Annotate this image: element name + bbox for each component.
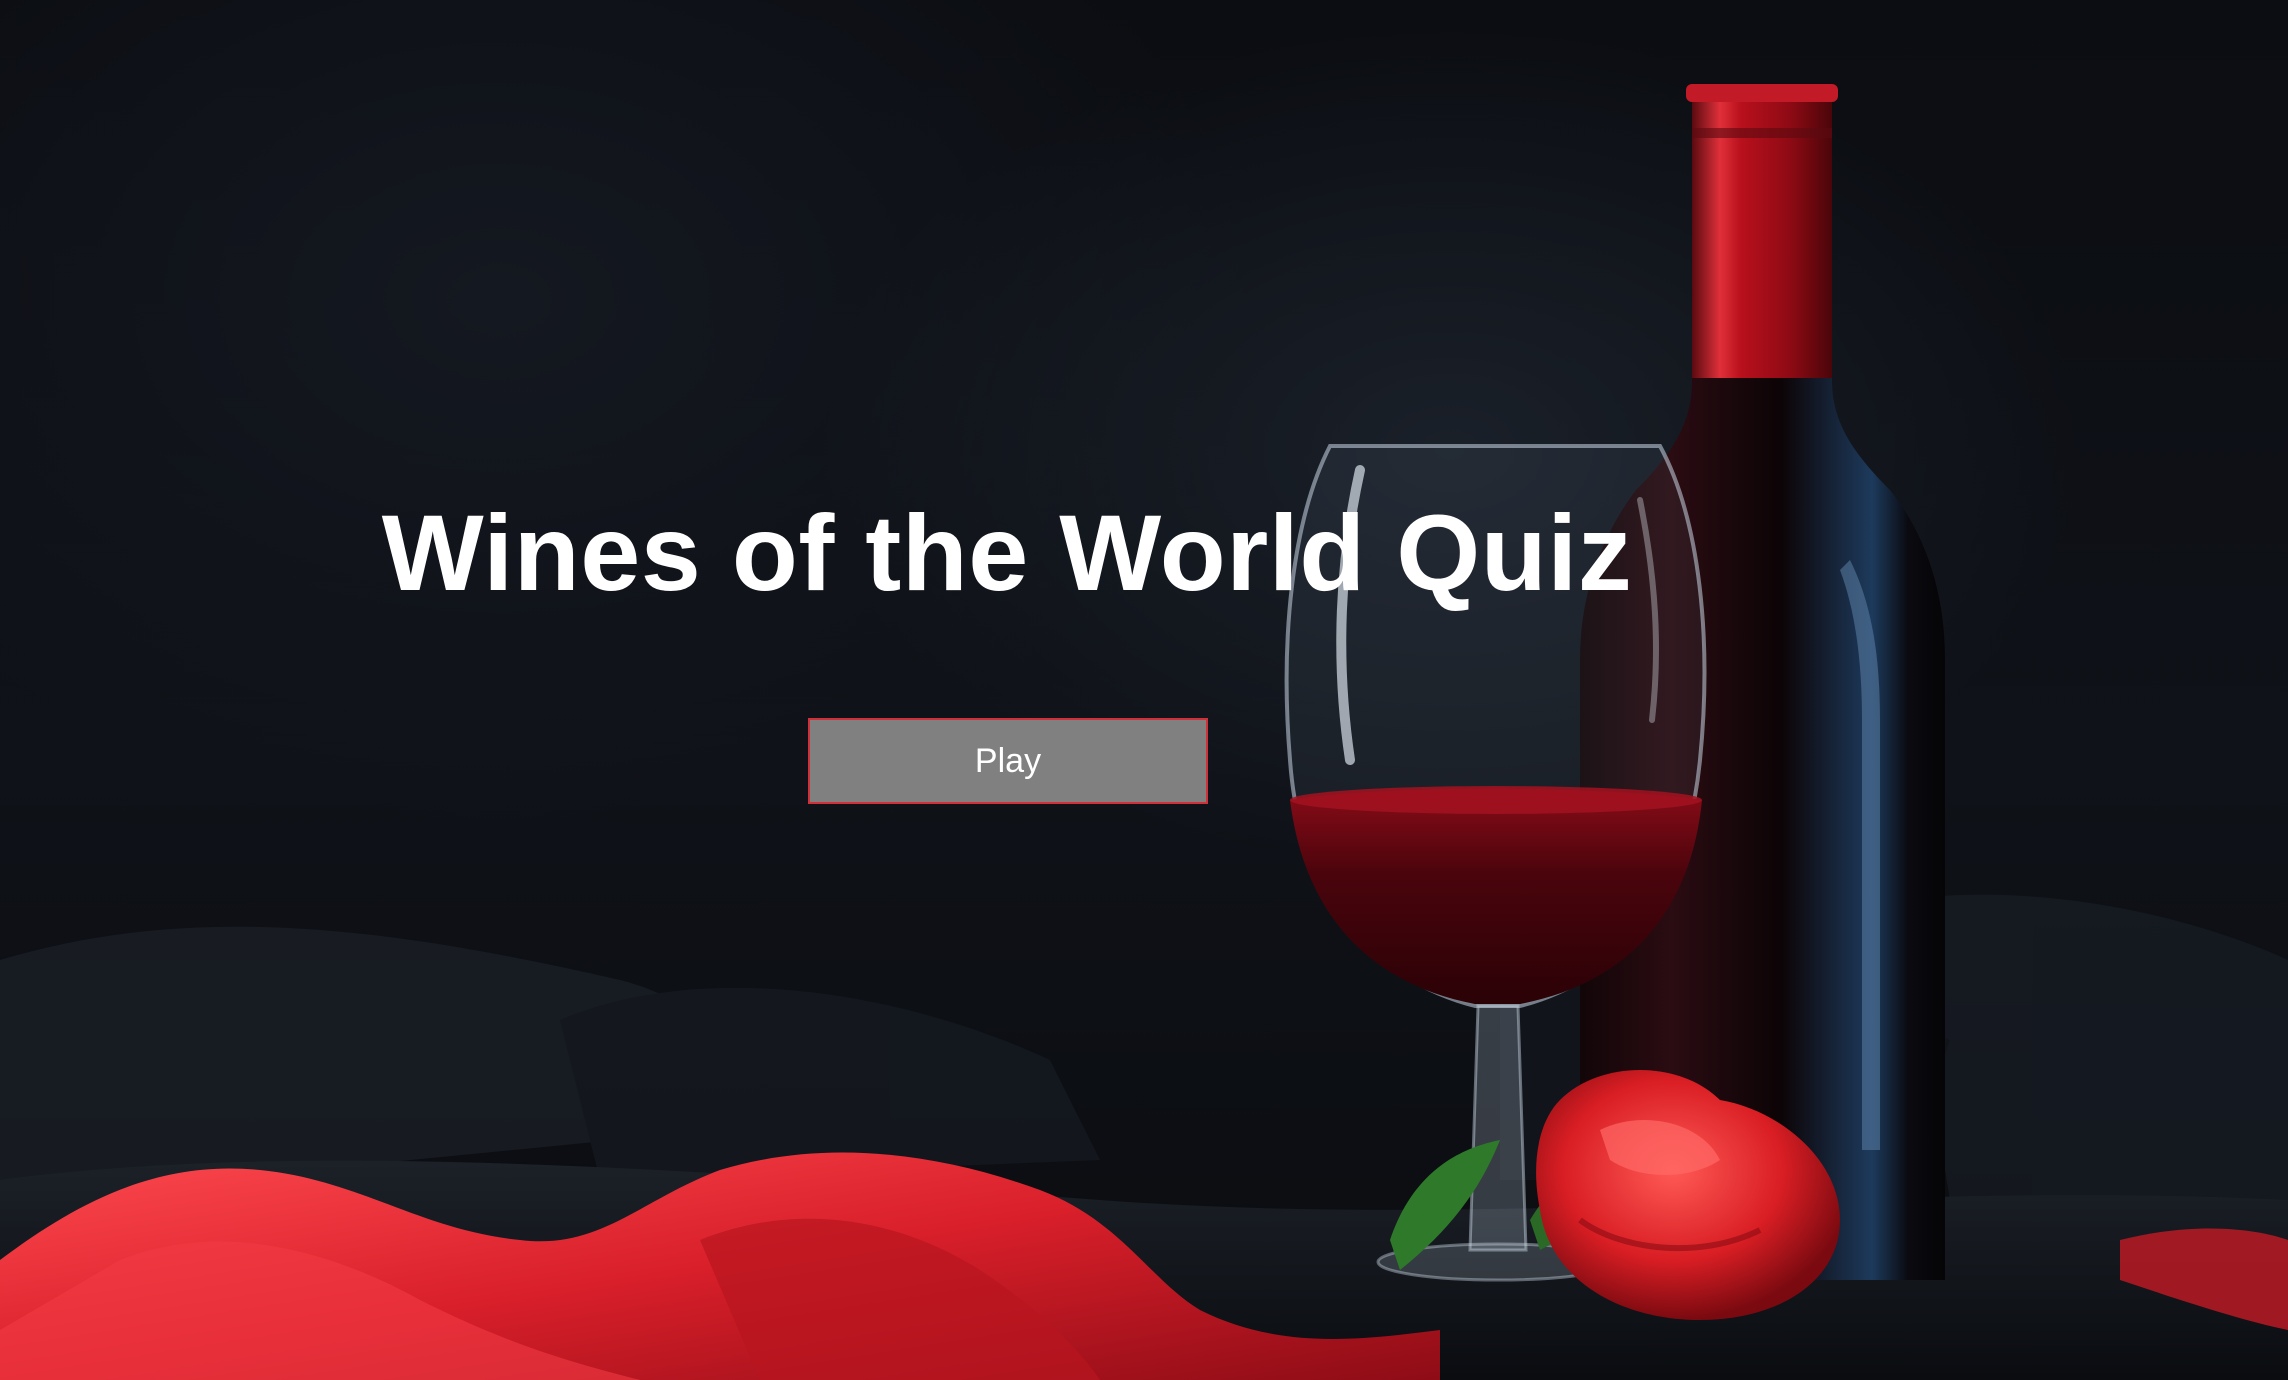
quiz-start-screen: Wines of the World Quiz Play xyxy=(0,0,2288,1380)
page-title: Wines of the World Quiz xyxy=(381,492,1633,613)
background-image xyxy=(0,84,2288,1380)
play-button[interactable]: Play xyxy=(808,718,1208,804)
